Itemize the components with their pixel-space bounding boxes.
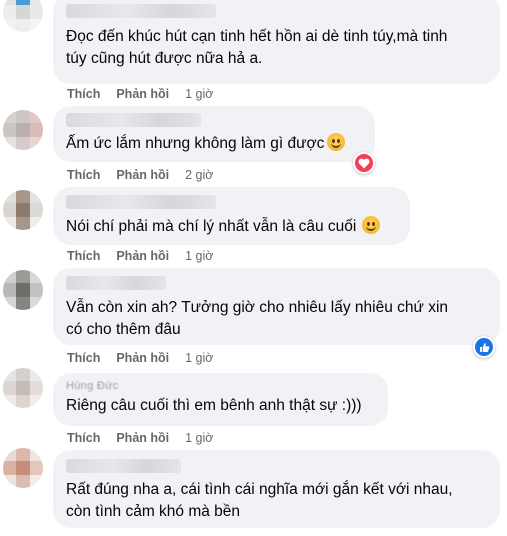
blurred-author-name[interactable] <box>66 195 216 209</box>
comment-text: Nói chí phải mà chí lý nhất vẫn là câu c… <box>66 216 398 238</box>
comment-item: Rất đúng nha a, cái tình cái nghĩa mới g… <box>0 448 507 536</box>
avatar[interactable] <box>3 270 43 310</box>
comment-text-content: Ấm ức lắm nhưng không làm gì được <box>66 135 325 152</box>
comment-text: Vẫn còn xin ah? Tưởng giờ cho nhiêu lấy … <box>66 299 449 338</box>
reply-button[interactable]: Phản hồi <box>116 249 169 263</box>
comment-actions: Thích Phản hồi 1 giờ <box>67 350 213 366</box>
like-button[interactable]: Thích <box>67 87 100 101</box>
blurred-author-name[interactable] <box>66 4 216 18</box>
avatar[interactable] <box>3 368 43 408</box>
blurred-author-name[interactable] <box>66 459 181 473</box>
comment-actions: Thích Phản hồi 1 giờ <box>67 248 213 264</box>
comment-bubble: Rất đúng nha a, cái tình cái nghĩa mới g… <box>53 450 500 528</box>
like-reaction-icon[interactable] <box>473 336 495 358</box>
comment-item: Ấm ức lắm nhưng không làm gì được Thích … <box>0 106 507 186</box>
blurred-author-name[interactable] <box>66 276 166 290</box>
heart-icon <box>358 158 370 168</box>
reply-button[interactable]: Phản hồi <box>116 87 169 101</box>
comment-text: Riêng câu cuối thì em bênh anh thật sự :… <box>66 397 362 414</box>
comment-bubble: Hùng Đức Riêng câu cuối thì em bênh anh … <box>53 373 388 426</box>
blurred-author-name[interactable] <box>66 113 201 127</box>
comment-item: Hùng Đức Riêng câu cuối thì em bênh anh … <box>0 366 507 450</box>
comment-timestamp[interactable]: 2 giờ <box>185 168 213 182</box>
comment-actions: Thích Phản hồi 1 giờ <box>67 86 213 102</box>
comment-bubble: Nói chí phải mà chí lý nhất vẫn là câu c… <box>53 187 410 245</box>
smiling-face-emoji <box>362 216 381 234</box>
reply-button[interactable]: Phản hồi <box>116 168 169 182</box>
like-button[interactable]: Thích <box>67 168 100 182</box>
reply-button[interactable]: Phản hồi <box>116 351 169 365</box>
laughing-crying-emoji <box>327 133 346 151</box>
comment-actions: Thích Phản hồi 1 giờ <box>67 430 213 446</box>
comment-timestamp[interactable]: 1 giờ <box>185 87 213 101</box>
comment-actions: Thích Phản hồi 2 giờ <box>67 167 213 183</box>
comment-item: Đọc đến khúc hút cạn tinh hết hồn ai dè … <box>0 0 507 106</box>
thumbs-up-icon <box>479 342 489 352</box>
comment-timestamp[interactable]: 1 giờ <box>185 351 213 365</box>
avatar[interactable] <box>3 190 43 230</box>
avatar[interactable] <box>3 448 43 488</box>
like-button[interactable]: Thích <box>67 431 100 445</box>
comment-text-content: Nói chí phải mà chí lý nhất vẫn là câu c… <box>66 218 357 235</box>
comment-bubble: Ấm ức lắm nhưng không làm gì được <box>53 106 375 162</box>
comment-bubble: Đọc đến khúc hút cạn tinh hết hồn ai dè … <box>53 0 500 84</box>
like-button[interactable]: Thích <box>67 351 100 365</box>
author-name[interactable]: Hùng Đức <box>66 380 376 392</box>
haha-reaction-icon[interactable] <box>353 152 375 174</box>
comment-timestamp[interactable]: 1 giờ <box>185 249 213 263</box>
comment-item: Vẫn còn xin ah? Tưởng giờ cho nhiêu lấy … <box>0 266 507 366</box>
comment-text: Ấm ức lắm nhưng không làm gì được <box>66 133 363 155</box>
comment-item: Nói chí phải mà chí lý nhất vẫn là câu c… <box>0 186 507 266</box>
reply-button[interactable]: Phản hồi <box>116 431 169 445</box>
comment-timestamp[interactable]: 1 giờ <box>185 431 213 445</box>
comment-text: Đọc đến khúc hút cạn tinh hết hồn ai dè … <box>66 28 448 67</box>
comment-bubble: Vẫn còn xin ah? Tưởng giờ cho nhiêu lấy … <box>53 268 500 345</box>
avatar[interactable] <box>3 0 43 32</box>
like-button[interactable]: Thích <box>67 249 100 263</box>
comment-text: Rất đúng nha a, cái tình cái nghĩa mới g… <box>66 481 453 520</box>
avatar[interactable] <box>3 110 43 150</box>
